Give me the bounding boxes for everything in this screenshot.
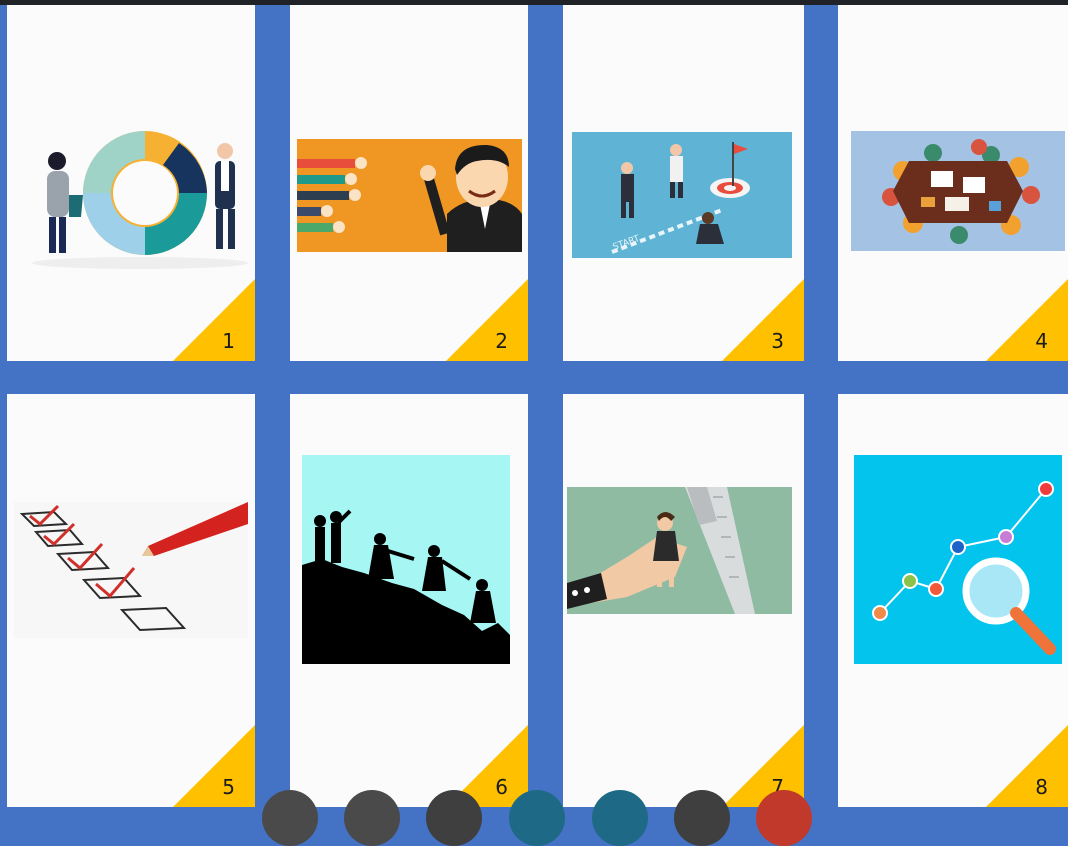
card-7[interactable]: 7 xyxy=(563,394,804,807)
caliper-businesswoman-image xyxy=(567,487,792,614)
corner-flag xyxy=(986,279,1068,361)
card-4[interactable]: 4 xyxy=(838,5,1068,361)
slide-canvas: 1 2 START 3 4 5 6 7 8 xyxy=(0,0,1068,846)
corner-flag xyxy=(446,279,528,361)
card-number: 1 xyxy=(222,329,235,353)
checklist-pencil-image xyxy=(14,502,248,638)
app-icon[interactable] xyxy=(426,790,482,846)
app-icon[interactable] xyxy=(674,790,730,846)
puzzle-team-image xyxy=(29,123,251,271)
app-icon[interactable] xyxy=(262,790,318,846)
start-to-target-image: START xyxy=(572,132,792,258)
corner-flag xyxy=(173,279,255,361)
card-5[interactable]: 5 xyxy=(7,394,255,807)
app-icon[interactable] xyxy=(592,790,648,846)
taskbar-icons-row xyxy=(0,790,1068,846)
card-1[interactable]: 1 xyxy=(7,5,255,361)
climbers-silhouette-image xyxy=(302,455,510,664)
app-icon[interactable] xyxy=(344,790,400,846)
app-icon[interactable] xyxy=(756,790,812,846)
thumbs-up-businessman-image xyxy=(297,139,522,252)
card-number: 2 xyxy=(495,329,508,353)
card-8[interactable]: 8 xyxy=(838,394,1068,807)
team-meeting-image xyxy=(851,131,1065,251)
card-6[interactable]: 6 xyxy=(290,394,528,807)
card-number: 3 xyxy=(771,329,784,353)
card-number: 4 xyxy=(1035,329,1048,353)
data-magnifier-image xyxy=(854,455,1062,664)
app-icon[interactable] xyxy=(509,790,565,846)
corner-flag xyxy=(722,279,804,361)
card-3[interactable]: START 3 xyxy=(563,5,804,361)
card-2[interactable]: 2 xyxy=(290,5,528,361)
